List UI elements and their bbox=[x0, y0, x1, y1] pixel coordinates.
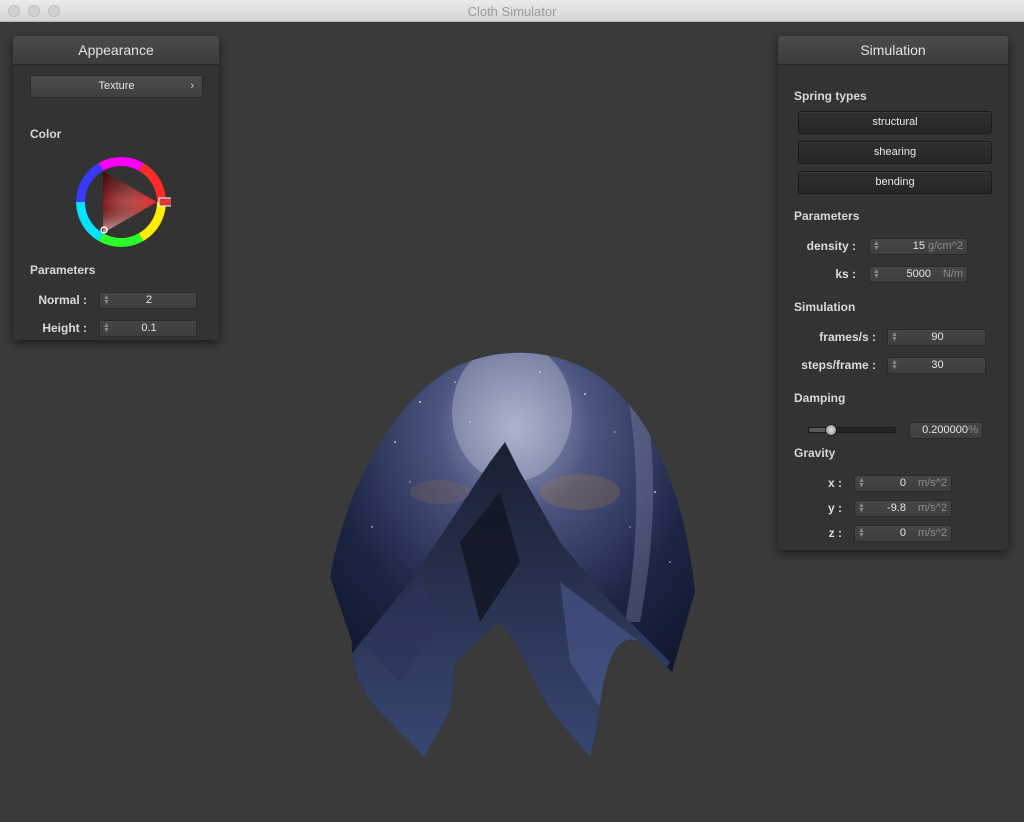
damping-input[interactable]: 0.200000 % bbox=[909, 422, 983, 439]
damping-unit: % bbox=[968, 424, 978, 436]
gravity-z-input[interactable]: ▲ ▼ 0 m/s^2 bbox=[854, 525, 952, 542]
structural-button[interactable]: structural bbox=[798, 111, 992, 134]
density-unit: g/cm^2 bbox=[927, 240, 963, 252]
window-titlebar: Cloth Simulator bbox=[0, 0, 1024, 22]
spring-types-label: Spring types bbox=[794, 89, 867, 103]
stepper-icon[interactable]: ▲ ▼ bbox=[873, 268, 880, 280]
stepper-icon[interactable]: ▲ ▼ bbox=[858, 527, 865, 539]
texture-popup-label: Texture bbox=[98, 80, 135, 92]
bending-button[interactable]: bending bbox=[798, 171, 992, 194]
cloth-texture bbox=[330, 352, 695, 757]
normal-label: Normal : bbox=[38, 293, 87, 307]
gravity-y-input[interactable]: ▲ ▼ -9.8 m/s^2 bbox=[854, 500, 952, 517]
gravity-y-label: y : bbox=[827, 501, 842, 515]
shearing-button[interactable]: shearing bbox=[798, 141, 992, 164]
gravity-z-label: z : bbox=[828, 526, 842, 540]
ks-unit: N/m bbox=[942, 268, 963, 280]
chevron-right-icon: › bbox=[190, 80, 194, 92]
ks-value: 5000 bbox=[906, 268, 931, 280]
gravity-x-unit: m/s^2 bbox=[918, 477, 947, 489]
stepper-icon[interactable]: ▲ ▼ bbox=[858, 477, 865, 489]
height-label: Height : bbox=[42, 321, 87, 335]
gravity-z-unit: m/s^2 bbox=[918, 527, 947, 539]
steps-input[interactable]: ▲ ▼ 30 bbox=[887, 357, 986, 374]
damping-label: Damping bbox=[794, 391, 846, 405]
simulation-panel-title: Simulation bbox=[778, 36, 1008, 65]
appearance-params-label: Parameters bbox=[30, 263, 96, 277]
simulation-panel: Simulation Spring types structural shear… bbox=[778, 36, 1008, 550]
density-value: 15 bbox=[912, 240, 925, 252]
color-section-label: Color bbox=[30, 127, 62, 141]
gravity-x-input[interactable]: ▲ ▼ 0 m/s^2 bbox=[854, 475, 952, 492]
ks-input[interactable]: ▲ ▼ 5000 N/m bbox=[869, 266, 968, 283]
fps-value: 90 bbox=[931, 331, 944, 343]
fps-label: frames/s : bbox=[819, 330, 876, 344]
gravity-label: Gravity bbox=[794, 446, 836, 460]
normal-value: 2 bbox=[145, 294, 153, 306]
gravity-y-value: -9.8 bbox=[887, 502, 906, 514]
stepper-icon[interactable]: ▲ ▼ bbox=[858, 502, 865, 514]
ks-label: ks : bbox=[835, 267, 856, 281]
color-wheel[interactable] bbox=[71, 152, 171, 252]
height-input[interactable]: ▲ ▼ 0.1 bbox=[99, 320, 197, 337]
height-value: 0.1 bbox=[141, 322, 157, 334]
appearance-panel-title: Appearance bbox=[13, 36, 219, 65]
stepper-icon[interactable]: ▲ ▼ bbox=[873, 240, 880, 252]
damping-slider[interactable] bbox=[808, 424, 896, 436]
texture-popup-button[interactable]: Texture › bbox=[30, 75, 203, 98]
fps-input[interactable]: ▲ ▼ 90 bbox=[887, 329, 986, 346]
sim-section-label: Simulation bbox=[794, 300, 856, 314]
hue-selector-handle[interactable] bbox=[158, 197, 171, 207]
steps-value: 30 bbox=[931, 359, 944, 371]
gravity-x-value: 0 bbox=[899, 477, 906, 489]
damping-value: 0.200000 bbox=[922, 424, 968, 436]
window-title: Cloth Simulator bbox=[467, 4, 557, 19]
gravity-x-label: x : bbox=[827, 476, 842, 490]
gravity-z-value: 0 bbox=[899, 527, 906, 539]
render-viewport[interactable]: Appearance Texture › Color Parameters No… bbox=[0, 22, 1024, 822]
normal-input[interactable]: ▲ ▼ 2 bbox=[99, 292, 197, 309]
sim-params-label: Parameters bbox=[794, 209, 860, 223]
steps-label: steps/frame : bbox=[801, 358, 876, 372]
density-input[interactable]: ▲ ▼ 15 g/cm^2 bbox=[869, 238, 968, 255]
density-label: density : bbox=[806, 239, 856, 253]
gravity-y-unit: m/s^2 bbox=[918, 502, 947, 514]
damping-slider-knob[interactable] bbox=[825, 424, 838, 436]
appearance-panel: Appearance Texture › Color Parameters No… bbox=[13, 36, 219, 340]
